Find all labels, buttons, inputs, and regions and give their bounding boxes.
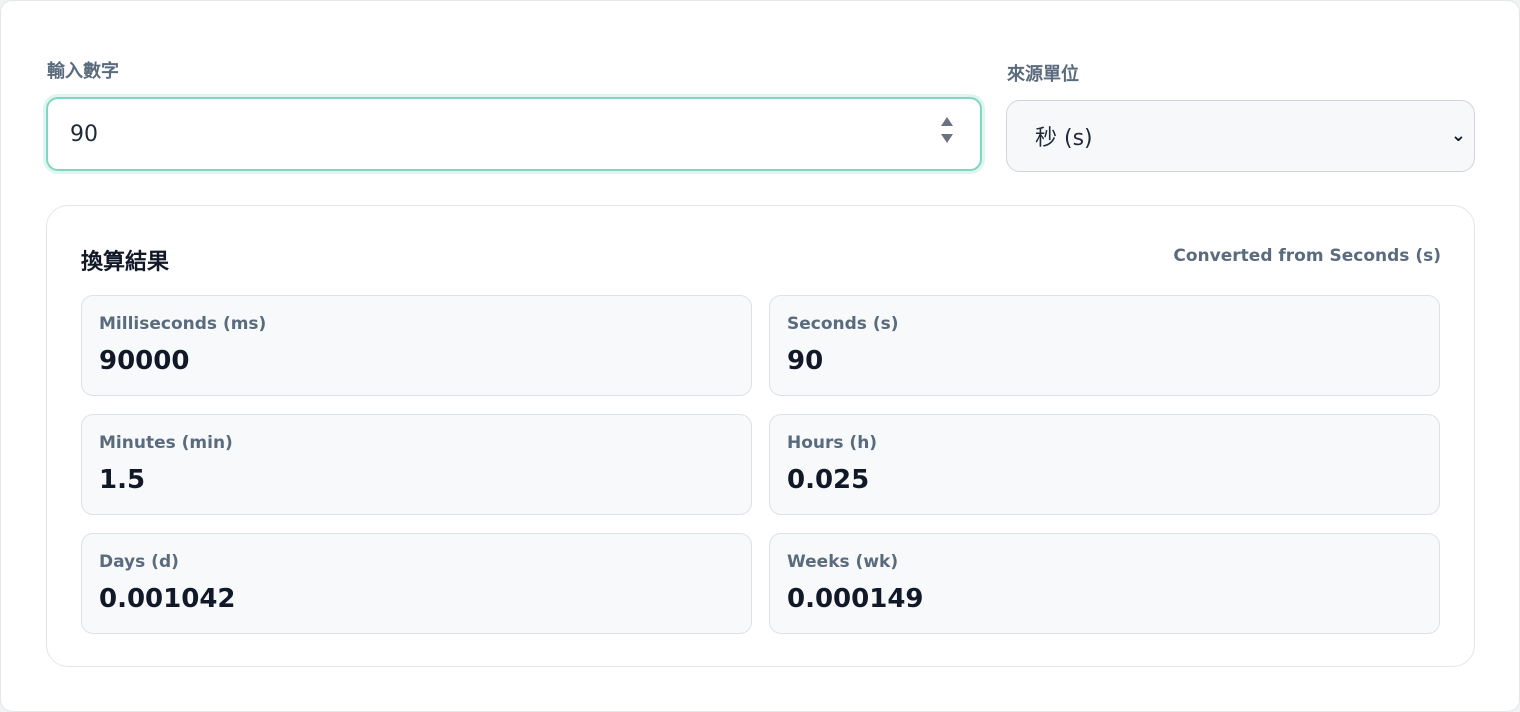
chevron-down-icon[interactable]: ⌄ xyxy=(1451,125,1466,146)
converter-card: 輸入數字 90 來源單位 秒 (s) ⌄ 換算結果 Converted from… xyxy=(0,0,1520,712)
results-title: 換算結果 xyxy=(81,250,170,275)
result-tile-milliseconds: Milliseconds (ms) 90000 xyxy=(81,295,752,396)
number-input-label: 輸入數字 xyxy=(47,61,119,82)
result-label: Days (d) xyxy=(99,552,179,572)
results-panel: 換算結果 Converted from Seconds (s) Millisec… xyxy=(46,205,1475,667)
result-tile-hours: Hours (h) 0.025 xyxy=(769,414,1440,515)
result-tile-minutes: Minutes (min) 1.5 xyxy=(81,414,752,515)
step-down-icon[interactable] xyxy=(941,134,953,143)
results-grid: Milliseconds (ms) 90000 Seconds (s) 90 M… xyxy=(81,295,1441,634)
result-tile-days: Days (d) 0.001042 xyxy=(81,533,752,634)
result-label: Hours (h) xyxy=(787,433,878,453)
source-unit-select[interactable]: 秒 (s) ⌄ xyxy=(1006,100,1475,172)
result-value: 1.5 xyxy=(99,465,146,495)
step-up-icon[interactable] xyxy=(941,117,953,126)
result-label: Weeks (wk) xyxy=(787,552,899,572)
number-input-value[interactable]: 90 xyxy=(70,122,98,147)
source-unit-label: 來源單位 xyxy=(1007,64,1079,85)
number-stepper[interactable] xyxy=(940,117,954,143)
source-unit-value[interactable]: 秒 (s) xyxy=(1035,120,1093,152)
result-value: 90 xyxy=(787,346,824,376)
result-tile-weeks: Weeks (wk) 0.000149 xyxy=(769,533,1440,634)
result-label: Minutes (min) xyxy=(99,433,233,453)
result-label: Seconds (s) xyxy=(787,314,899,334)
number-input[interactable]: 90 xyxy=(46,97,982,171)
result-tile-seconds: Seconds (s) 90 xyxy=(769,295,1440,396)
result-value: 0.025 xyxy=(787,465,870,495)
result-value: 0.000149 xyxy=(787,584,924,614)
result-value: 0.001042 xyxy=(99,584,236,614)
converted-from-note: Converted from Seconds (s) xyxy=(1173,246,1441,266)
result-label: Milliseconds (ms) xyxy=(99,314,267,334)
result-value: 90000 xyxy=(99,346,190,376)
